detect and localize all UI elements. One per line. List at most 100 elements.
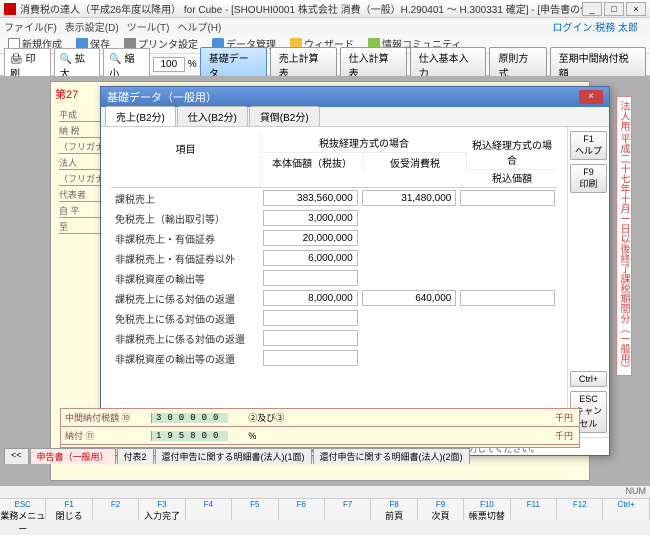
amount-input[interactable]: [263, 190, 358, 206]
fkey-F4[interactable]: F4: [186, 499, 232, 520]
function-key-bar: ESC業務メニューF1閉じるF2F3入力完了F4F5F6F7F8前頁F9次頁F1…: [0, 498, 650, 520]
cell: [458, 190, 557, 206]
grid-row: 非課税売上・有価証券: [111, 228, 557, 248]
amount-input[interactable]: [263, 310, 358, 326]
grid-row: 課税売上: [111, 188, 557, 208]
maximize-button[interactable]: □: [604, 2, 624, 16]
cell: [261, 330, 360, 346]
row-label: 課税売上に係る対価の返還: [111, 291, 261, 306]
amount-input[interactable]: [263, 350, 358, 366]
dialog-sidebar: F1ヘルプ F9印刷 Ctrl+ ESCキャンセル: [567, 127, 609, 437]
dialog-grid: 項目 税抜経理方式の場合 本体価額（税抜） 仮受消費税 税込経理方式の場合 税込…: [101, 127, 567, 437]
cell: [261, 250, 360, 266]
side-label: 法人用 平成二十七年十月一日以後終了課税期間分（一般用）: [616, 96, 632, 376]
row2-pct: %: [248, 431, 256, 441]
menu-tool[interactable]: ツール(T): [127, 19, 170, 34]
cell: [261, 310, 360, 326]
dialog-tabs: 売上(B2分) 仕入(B2分) 貸倒(B2分): [101, 107, 609, 127]
cell: [261, 230, 360, 246]
row-label: 非課税資産の輸出等の返還: [111, 351, 261, 366]
row1-unit: 千円: [555, 411, 579, 424]
fkey-ESC[interactable]: ESC業務メニュー: [0, 499, 46, 520]
cell: [261, 270, 360, 286]
cell: [458, 290, 557, 306]
login-user: ログイン:税務 太郎: [552, 19, 638, 34]
row-label: 非課税売上に係る対価の返還: [111, 331, 261, 346]
fkey-F5[interactable]: F5: [232, 499, 278, 520]
fkey-F9[interactable]: F9次頁: [418, 499, 464, 520]
fkey-F11[interactable]: F11: [511, 499, 557, 520]
row-label: 非課税売上・有価証券以外: [111, 251, 261, 266]
amount-input[interactable]: [263, 290, 358, 306]
row2-value: 195800: [151, 431, 228, 441]
amount-input[interactable]: [263, 250, 358, 266]
amount-input[interactable]: [362, 290, 457, 306]
close-button[interactable]: ×: [626, 2, 646, 16]
fkey-F6[interactable]: F6: [279, 499, 325, 520]
cell: [261, 190, 360, 206]
fkey-F7[interactable]: F7: [325, 499, 371, 520]
menu-help[interactable]: ヘルプ(H): [177, 19, 221, 34]
tab-purchase[interactable]: 仕入(B2分): [177, 106, 248, 126]
base-data-dialog: 基礎データ（一般用） × 売上(B2分) 仕入(B2分) 貸倒(B2分) 項目 …: [100, 86, 610, 456]
view-toolbar: 🖨 印刷 🔍 拡大 🔍 縮小 % 基礎データ 売上計算表 仕入計算表 仕入基本入…: [0, 54, 650, 76]
cell: [360, 190, 459, 206]
fkey-F8[interactable]: F8前頁: [371, 499, 417, 520]
minimize-button[interactable]: _: [582, 2, 602, 16]
fkey-F2[interactable]: F2: [93, 499, 139, 520]
status-num: NUM: [626, 486, 647, 496]
row2-label: 納付 ⑪: [61, 429, 151, 442]
row2-unit: 千円: [555, 429, 579, 442]
fkey-Ctrl+[interactable]: Ctrl+: [603, 499, 649, 520]
sheet-tab-2[interactable]: 付表2: [117, 448, 154, 464]
cell: [360, 290, 459, 306]
row1-value: 300000: [151, 413, 228, 423]
amount-input[interactable]: [263, 270, 358, 286]
fkey-F12[interactable]: F12: [557, 499, 603, 520]
col-group-extax: 税抜経理方式の場合: [261, 133, 467, 153]
grid-row: 非課税資産の輸出等の返還: [111, 348, 557, 368]
menubar: ファイル(F) 表示設定(D) ツール(T) ヘルプ(H) ログイン:税務 太郎: [0, 18, 650, 34]
cell: [261, 290, 360, 306]
dialog-title: 基礎データ（一般用）: [107, 89, 217, 105]
bottom-summary: 中間納付税額 ⑩ 300000 ②及び③ 千円 納付 ⑪ 195800 % 千円: [60, 408, 580, 448]
zoom-input[interactable]: [153, 57, 185, 72]
amount-input[interactable]: [362, 190, 457, 206]
sheet-tab-3[interactable]: 還付申告に関する明細書(法人)(1面): [155, 448, 312, 464]
row-label: 非課税資産の輸出等: [111, 271, 261, 286]
menu-file[interactable]: ファイル(F): [4, 19, 57, 34]
row-label: 免税売上に係る対価の返還: [111, 311, 261, 326]
amount-input[interactable]: [263, 210, 358, 226]
grid-header: 項目 税抜経理方式の場合 本体価額（税抜） 仮受消費税 税込経理方式の場合 税込…: [111, 133, 557, 188]
amount-input[interactable]: [460, 190, 555, 206]
amount-input[interactable]: [460, 290, 555, 306]
grid-row: 非課税資産の輸出等: [111, 268, 557, 288]
row1-pct: ②及び③: [248, 411, 284, 424]
col-item: 項目: [111, 133, 261, 187]
row-label: 非課税売上・有価証券: [111, 231, 261, 246]
sheet-tab-4[interactable]: 還付申告に関する明細書(法人)(2面): [313, 448, 470, 464]
col-group-inctax: 税込経理方式の場合: [469, 135, 555, 170]
cell: [261, 210, 360, 226]
tab-sales[interactable]: 売上(B2分): [105, 106, 176, 126]
dialog-close-button[interactable]: ×: [579, 90, 603, 104]
menu-display[interactable]: 表示設定(D): [65, 19, 119, 34]
sheet-tab-1[interactable]: 申告書（一般用）: [30, 448, 116, 464]
print-button-side[interactable]: F9印刷: [570, 164, 607, 193]
tab-baddebt[interactable]: 貸倒(B2分): [249, 106, 320, 126]
row-label: 免税売上（輸出取引等）: [111, 211, 261, 226]
ctrl-button[interactable]: Ctrl+: [570, 371, 607, 387]
row-label: 課税売上: [111, 191, 261, 206]
help-button[interactable]: F1ヘルプ: [570, 131, 607, 160]
sheet-tabs: << 申告書（一般用） 付表2 還付申告に関する明細書(法人)(1面) 還付申告…: [4, 448, 471, 464]
grid-row: 免税売上（輸出取引等）: [111, 208, 557, 228]
amount-input[interactable]: [263, 230, 358, 246]
cell: [261, 350, 360, 366]
grid-row: 免税売上に係る対価の返還: [111, 308, 557, 328]
amount-input[interactable]: [263, 330, 358, 346]
fkey-F3[interactable]: F3入力完了: [139, 499, 185, 520]
fkey-F1[interactable]: F1閉じる: [46, 499, 92, 520]
col-inc-price: 税込価額: [469, 170, 555, 185]
fkey-F10[interactable]: F10帳票切替: [464, 499, 510, 520]
sheet-nav-prev[interactable]: <<: [4, 448, 29, 464]
